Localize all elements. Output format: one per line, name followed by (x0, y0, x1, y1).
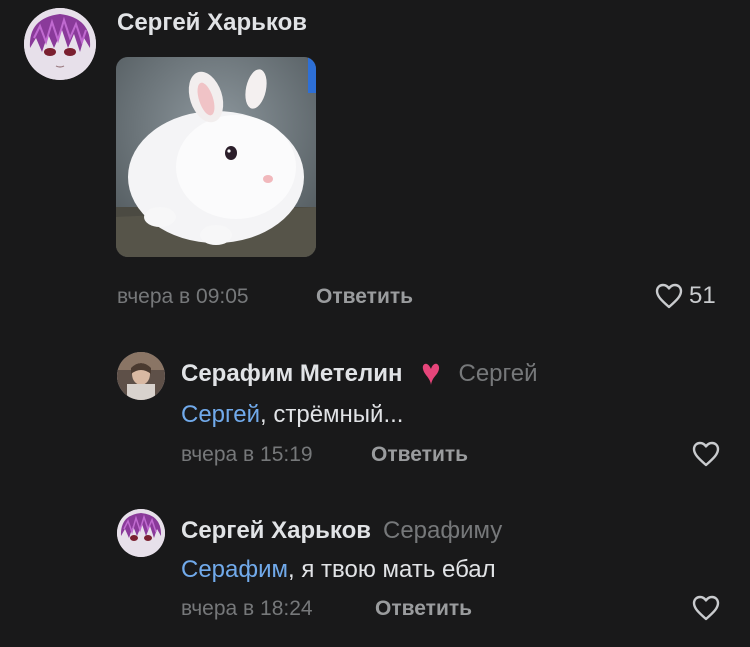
reply-to-name[interactable]: Сергей (458, 360, 537, 388)
reply-button[interactable]: Ответить (371, 443, 468, 467)
comment-body: , я твою мать ебал (288, 556, 496, 583)
rabbit-image (116, 57, 316, 257)
avatar[interactable] (24, 8, 96, 80)
heart-outline-icon (655, 283, 683, 309)
attached-photo[interactable] (116, 57, 316, 257)
avatar[interactable] (117, 509, 165, 557)
comment-text: Сергей, стрёмный... (181, 401, 403, 429)
anime-avatar-image (117, 509, 165, 557)
mention-link[interactable]: Сергей (181, 401, 260, 428)
comment-time: вчера в 18:24 (181, 597, 313, 620)
comment-time: вчера в 15:19 (181, 443, 313, 466)
reply-to-name[interactable]: Серафиму (383, 517, 502, 545)
comment-body: , стрёмный... (260, 401, 404, 428)
like-button[interactable] (692, 595, 720, 621)
heart-badge-icon (423, 363, 440, 385)
like-button[interactable] (692, 441, 720, 467)
reply-button[interactable]: Ответить (316, 285, 413, 309)
like-button[interactable]: 51 (655, 282, 716, 310)
anime-avatar-image (24, 8, 96, 80)
comment-author[interactable]: Сергей Харьков (117, 9, 307, 37)
comment-author[interactable]: Серафим Метелин (181, 360, 402, 388)
comment-text: Серафим, я твою мать ебал (181, 556, 496, 584)
comment-author[interactable]: Сергей Харьков (181, 517, 371, 545)
avatar[interactable] (117, 352, 165, 400)
heart-outline-icon (692, 595, 720, 621)
reply-button[interactable]: Ответить (375, 597, 472, 621)
like-count: 51 (689, 282, 716, 309)
comment-time: вчера в 09:05 (117, 285, 249, 308)
heart-outline-icon (692, 441, 720, 467)
person-avatar-image (117, 352, 165, 400)
mention-link[interactable]: Серафим (181, 556, 288, 583)
